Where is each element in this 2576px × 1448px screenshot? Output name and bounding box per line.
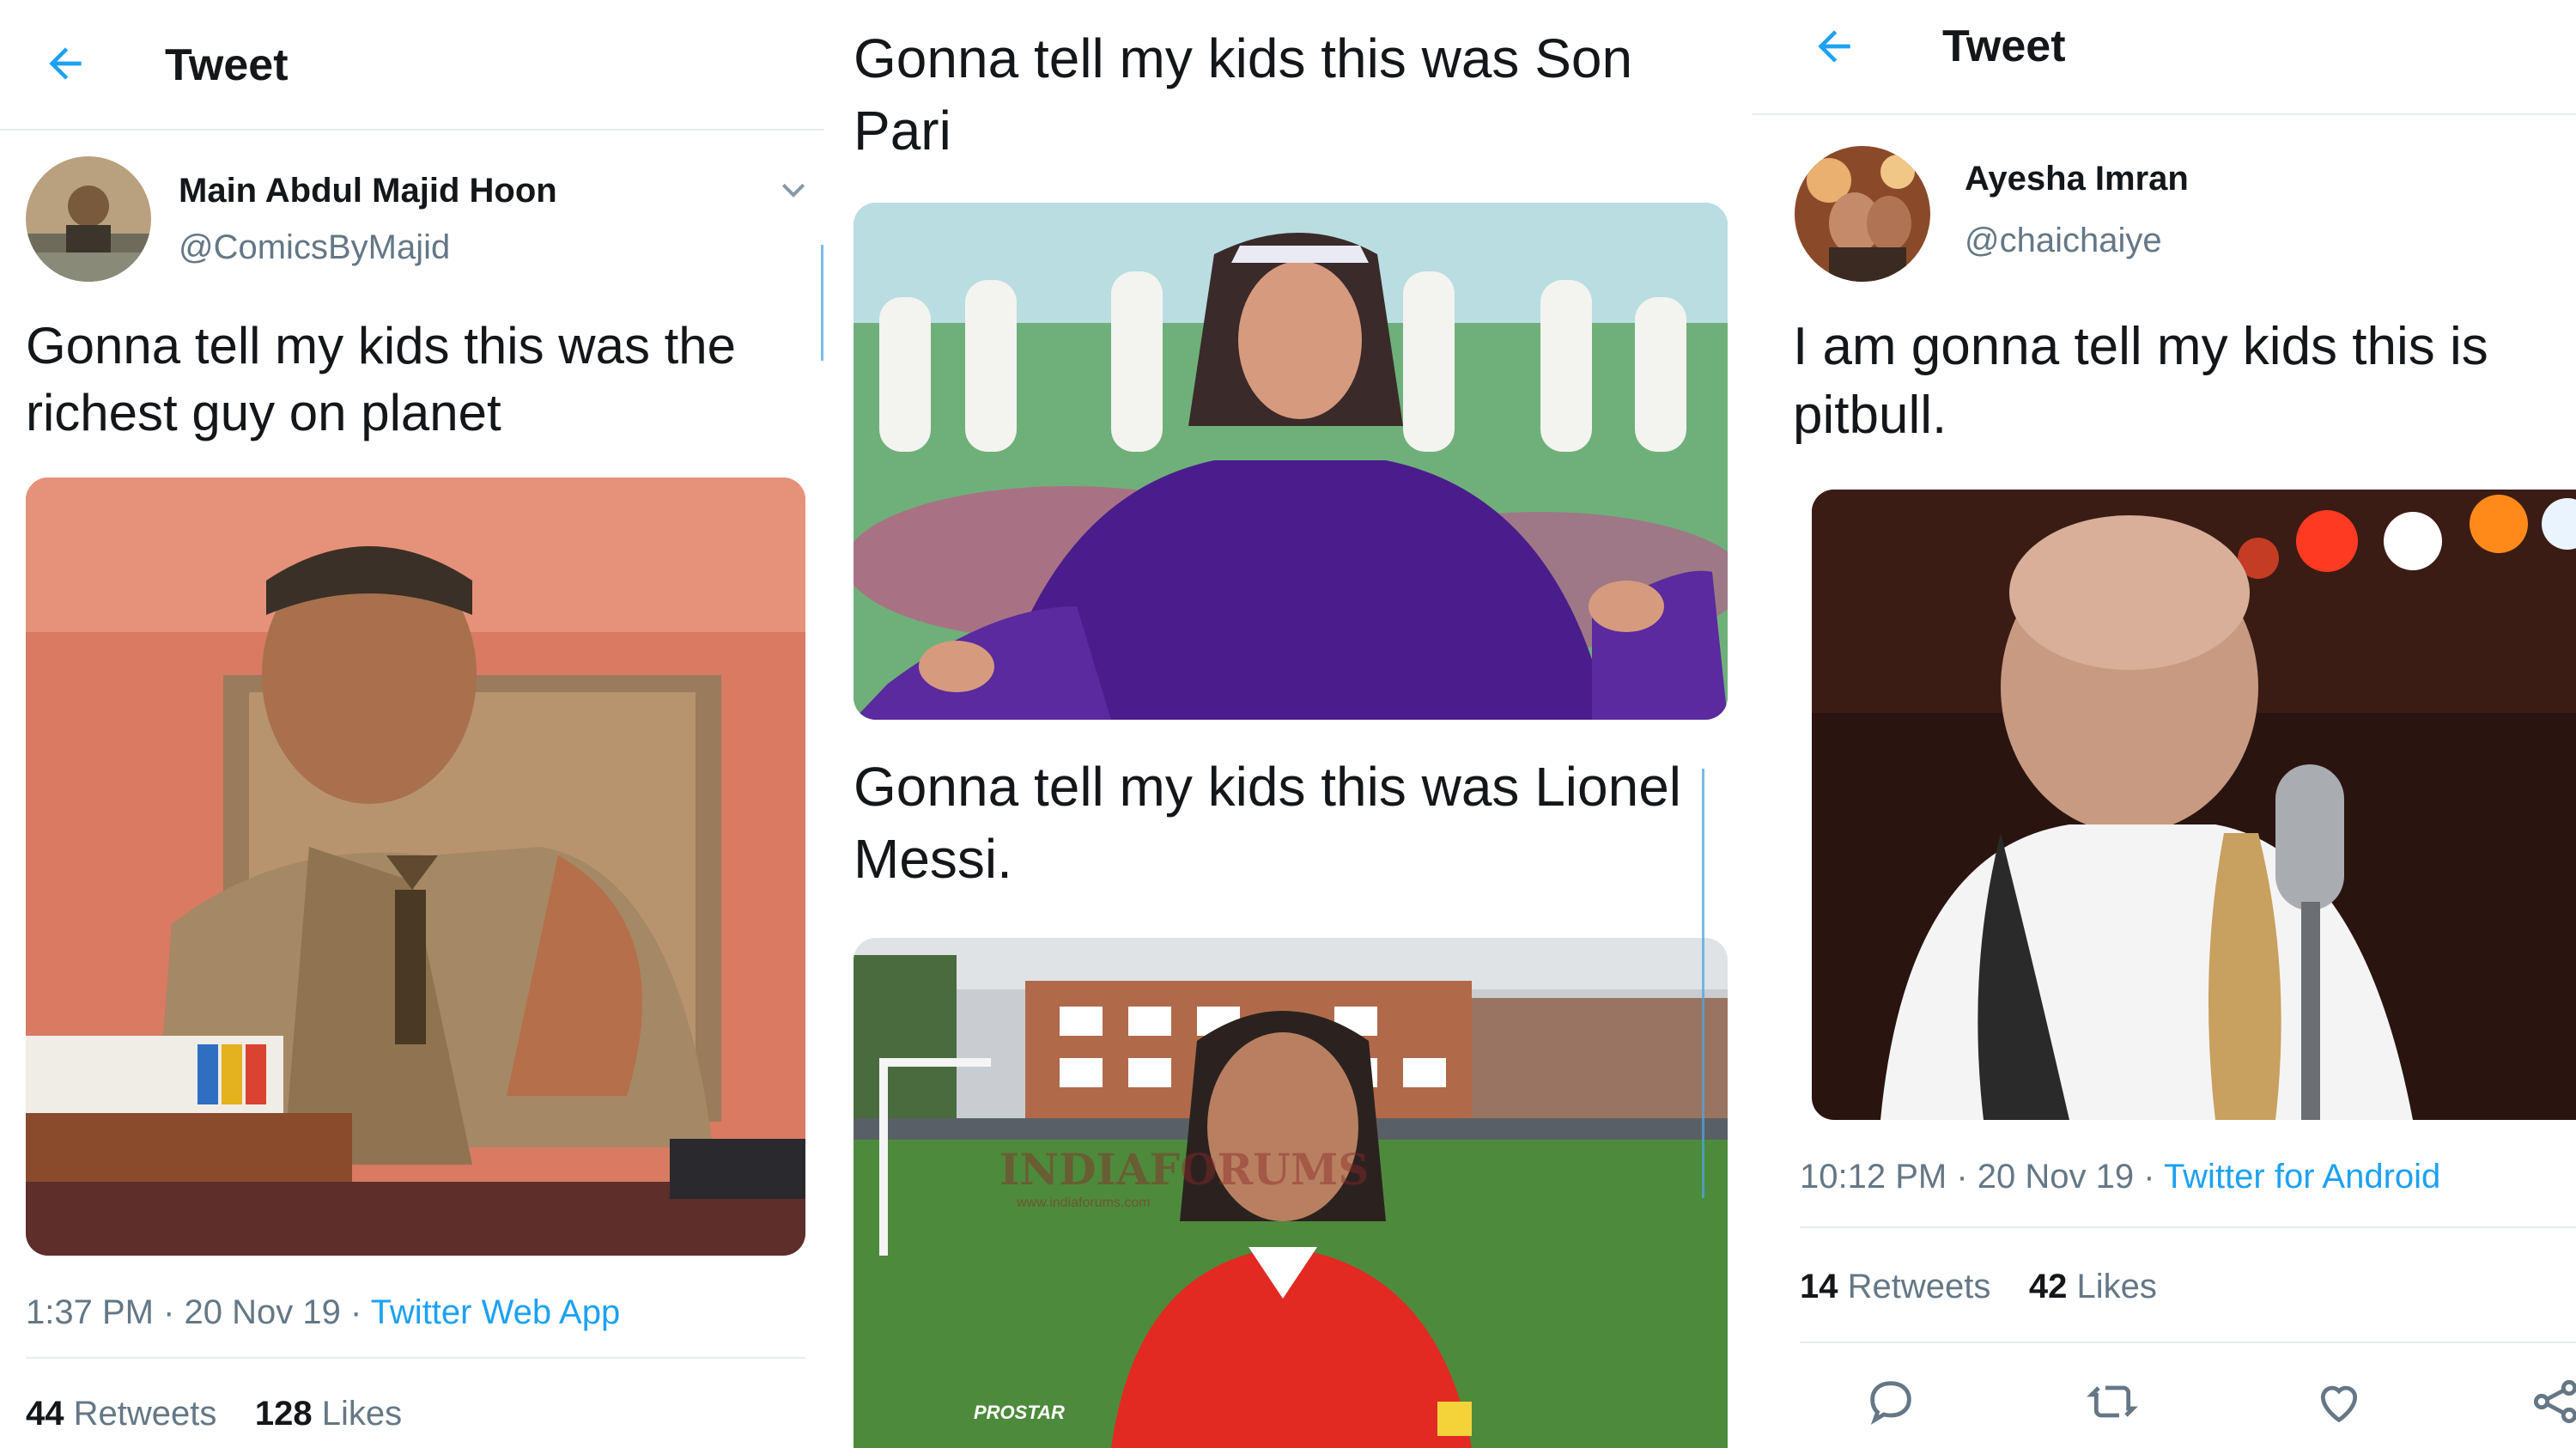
tweet-panel-1: Tweet Main Abdul Majid Hoon @ComicsByMaj… <box>0 0 824 1448</box>
tweet-text: I am gonna tell my kids this is pitbull. <box>1793 317 2488 445</box>
share-icon[interactable] <box>2528 1374 2576 1429</box>
scroll-indicator[interactable] <box>821 245 823 361</box>
retweets-count: 44 <box>26 1395 64 1433</box>
header-title: Tweet <box>165 40 289 90</box>
author-name[interactable]: Ayesha Imran <box>1965 160 2189 198</box>
author-handle[interactable]: @chaichaiye <box>1965 222 2162 260</box>
tweet-time: 10:12 PM <box>1800 1158 1947 1196</box>
tweet-panel-2: Gonna tell my kids this was Son Pari Gon… <box>835 0 1736 1448</box>
likes-label: Likes <box>321 1395 403 1433</box>
tweet-text: Gonna tell my kids this was Son Pari <box>854 27 1633 161</box>
likes-label: Likes <box>2076 1268 2157 1305</box>
watermark-site: www.indiaforums.com <box>1017 1196 1151 1210</box>
divider <box>1800 1342 2576 1343</box>
likes-count: 128 <box>254 1395 313 1433</box>
tweet-time: 1:37 PM <box>26 1293 154 1331</box>
divider <box>1800 1226 2576 1228</box>
panel-separator <box>1736 0 1752 1448</box>
tweet-text: Gonna tell my kids this was Lionel Messi… <box>854 756 1681 890</box>
retweets-label: Retweets <box>73 1395 217 1433</box>
watermark-logo: INDIAFORUMS <box>999 1144 1370 1195</box>
avatar[interactable] <box>26 156 151 282</box>
tweet-media-image[interactable] <box>1812 490 2576 1120</box>
tweet-media-image[interactable] <box>854 203 1728 720</box>
like-icon[interactable] <box>2312 1374 2366 1429</box>
tweet-header: Tweet <box>1752 0 2576 115</box>
panel-separator <box>824 0 835 1448</box>
arrow-left-icon[interactable] <box>41 40 89 88</box>
divider <box>26 1357 805 1359</box>
tweet-date: 20 Nov 19 <box>1977 1158 2135 1196</box>
author-handle[interactable]: @ComicsByMajid <box>179 228 450 267</box>
scroll-indicator[interactable] <box>1702 769 1704 1198</box>
tweet-stats: 44 Retweets 128 Likes <box>26 1395 402 1433</box>
chevron-down-icon[interactable] <box>776 173 811 208</box>
tweet-source-link[interactable]: Twitter Web App <box>371 1293 621 1331</box>
arrow-left-icon[interactable] <box>1810 22 1858 70</box>
tweet-meta: 10:12 PM · 20 Nov 19 · Twitter for Andro… <box>1800 1158 2441 1196</box>
tweet-date: 20 Nov 19 <box>184 1293 341 1331</box>
likes-stat[interactable]: 128 Likes <box>255 1395 402 1433</box>
tweet-source-link[interactable]: Twitter for Android <box>2164 1158 2440 1196</box>
tweet-media-image[interactable]: INDIAFORUMS www.indiaforums.com PROSTAR <box>854 938 1728 1448</box>
header-title: Tweet <box>1942 21 2066 71</box>
tweet-media-image[interactable] <box>26 478 805 1256</box>
author-name[interactable]: Main Abdul Majid Hoon <box>179 172 557 210</box>
reply-icon[interactable] <box>1863 1374 1918 1429</box>
tweet-text: Gonna tell my kids this was the richest … <box>26 317 737 441</box>
likes-stat[interactable]: 42 Likes <box>2029 1268 2157 1305</box>
tweet-stats: 14 Retweets 42 Likes <box>1800 1268 2157 1306</box>
avatar[interactable] <box>1795 146 1930 282</box>
retweets-count: 14 <box>1800 1268 1838 1305</box>
likes-count: 42 <box>2028 1268 2068 1305</box>
tweet-header: Tweet <box>0 0 824 131</box>
jersey-text: PROSTAR <box>974 1402 1065 1423</box>
retweets-label: Retweets <box>1847 1268 1991 1305</box>
retweets-stat[interactable]: 14 Retweets <box>1800 1268 1990 1305</box>
retweets-stat[interactable]: 44 Retweets <box>26 1395 216 1433</box>
tweet-panel-3: Tweet Ayesha Imran @chaichaiye I am gonn… <box>1752 0 2576 1448</box>
retweet-icon[interactable] <box>2085 1374 2140 1429</box>
tweet-meta: 1:37 PM · 20 Nov 19 · Twitter Web App <box>26 1293 621 1331</box>
